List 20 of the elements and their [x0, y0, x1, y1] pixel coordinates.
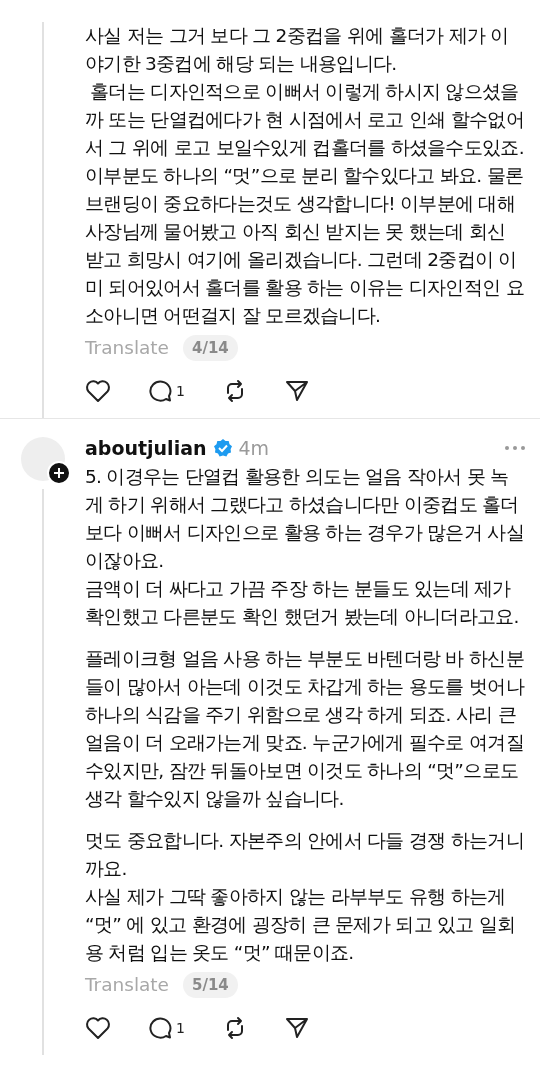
- timestamp: 4m: [238, 437, 270, 459]
- send-icon[interactable]: [284, 379, 309, 403]
- reply-count: 1: [176, 1020, 185, 1036]
- translate-link[interactable]: Translate: [85, 334, 169, 362]
- heart-icon[interactable]: [85, 379, 111, 403]
- plus-icon[interactable]: [47, 461, 71, 485]
- reply-count: 1: [176, 383, 185, 399]
- post-text: 사실 저는 그거 보다 그 2중컵을 위에 홀더가 제가 이야기한 3중컵에 해당 되는 내용입니다. 홀더는 디자인적으로 이뻐서 이렇게 하시지 않으셨을까 또는 단열컵에다가 현 시점에서 로고 인쇄 할수없어서 그 위에 로고 보일수있게 컵홀더를 하셨을수도있죠. 이부분도 하나의 “멋”으로 분리 할수있다고 봐요. 물론 브랜딩이 중요하다는것도 생각합니다! 이부분에 대해 사장님께 물어봤고 아직 회신 받지는 못 했는데 회신 받고 희망시 여기에 올리겠습니다. 그런데 2중컵이 이미 되어있어서 홀더를 활용 하는 이유는 디자인적인 요소아니면 어떤걸지 잘 모르겠습니다.: [85, 25, 525, 326]
- post-text: 멋도 중요합니다. 자본주의 안에서 다들 경쟁 하는거니까요. 사실 제가 그딱 좋아하지 않는 라부부도 유행 하는게 “멋” 에 있고 환경에 굉장히 큰 문제가 되고 있고 일회용 처럼 입는 옷도 “멋” 때문이죠.: [85, 830, 524, 963]
- more-options-icon[interactable]: [504, 445, 526, 451]
- comment-icon[interactable]: [149, 1016, 173, 1040]
- post-text: 5. 이경우는 단열컵 활용한 의도는 얼음 작아서 못 녹게 하기 위해서 그랬다고 하셨습니다만 이중컵도 홀더보다 이뻐서 디자인으로 활용 하는 경우가 많은거 사실이잖아요. 금액이 더 싸다고 가끔 주장 하는 분들도 있는데 제가 확인했고 다른분도 확인 했던거 봤는데 아니더라고요.: [85, 466, 524, 627]
- send-icon[interactable]: [284, 1016, 309, 1040]
- thread-counter: 4/14: [183, 335, 238, 361]
- username[interactable]: aboutjulian: [85, 437, 207, 459]
- post-text: 플레이크형 얼음 사용 하는 부분도 바텐더랑 바 하신분들이 많아서 아는데 이것도 차갑게 하는 용도를 벗어나 하나의 식감을 주기 위함으로 생각 하게 되죠. 사리 큰 얼음이 더 오래가는게 맞죠. 누군가에게 필수로 여겨질수있지만, 잠깐 뒤돌아보면 이것도 하나의 “멋”으로도 생각 할수있지 않을까 싶습니다.: [85, 648, 526, 809]
- translate-link[interactable]: Translate: [85, 971, 169, 999]
- heart-icon[interactable]: [85, 1016, 111, 1040]
- comment-icon[interactable]: [149, 379, 173, 403]
- thread-counter: 5/14: [183, 972, 238, 998]
